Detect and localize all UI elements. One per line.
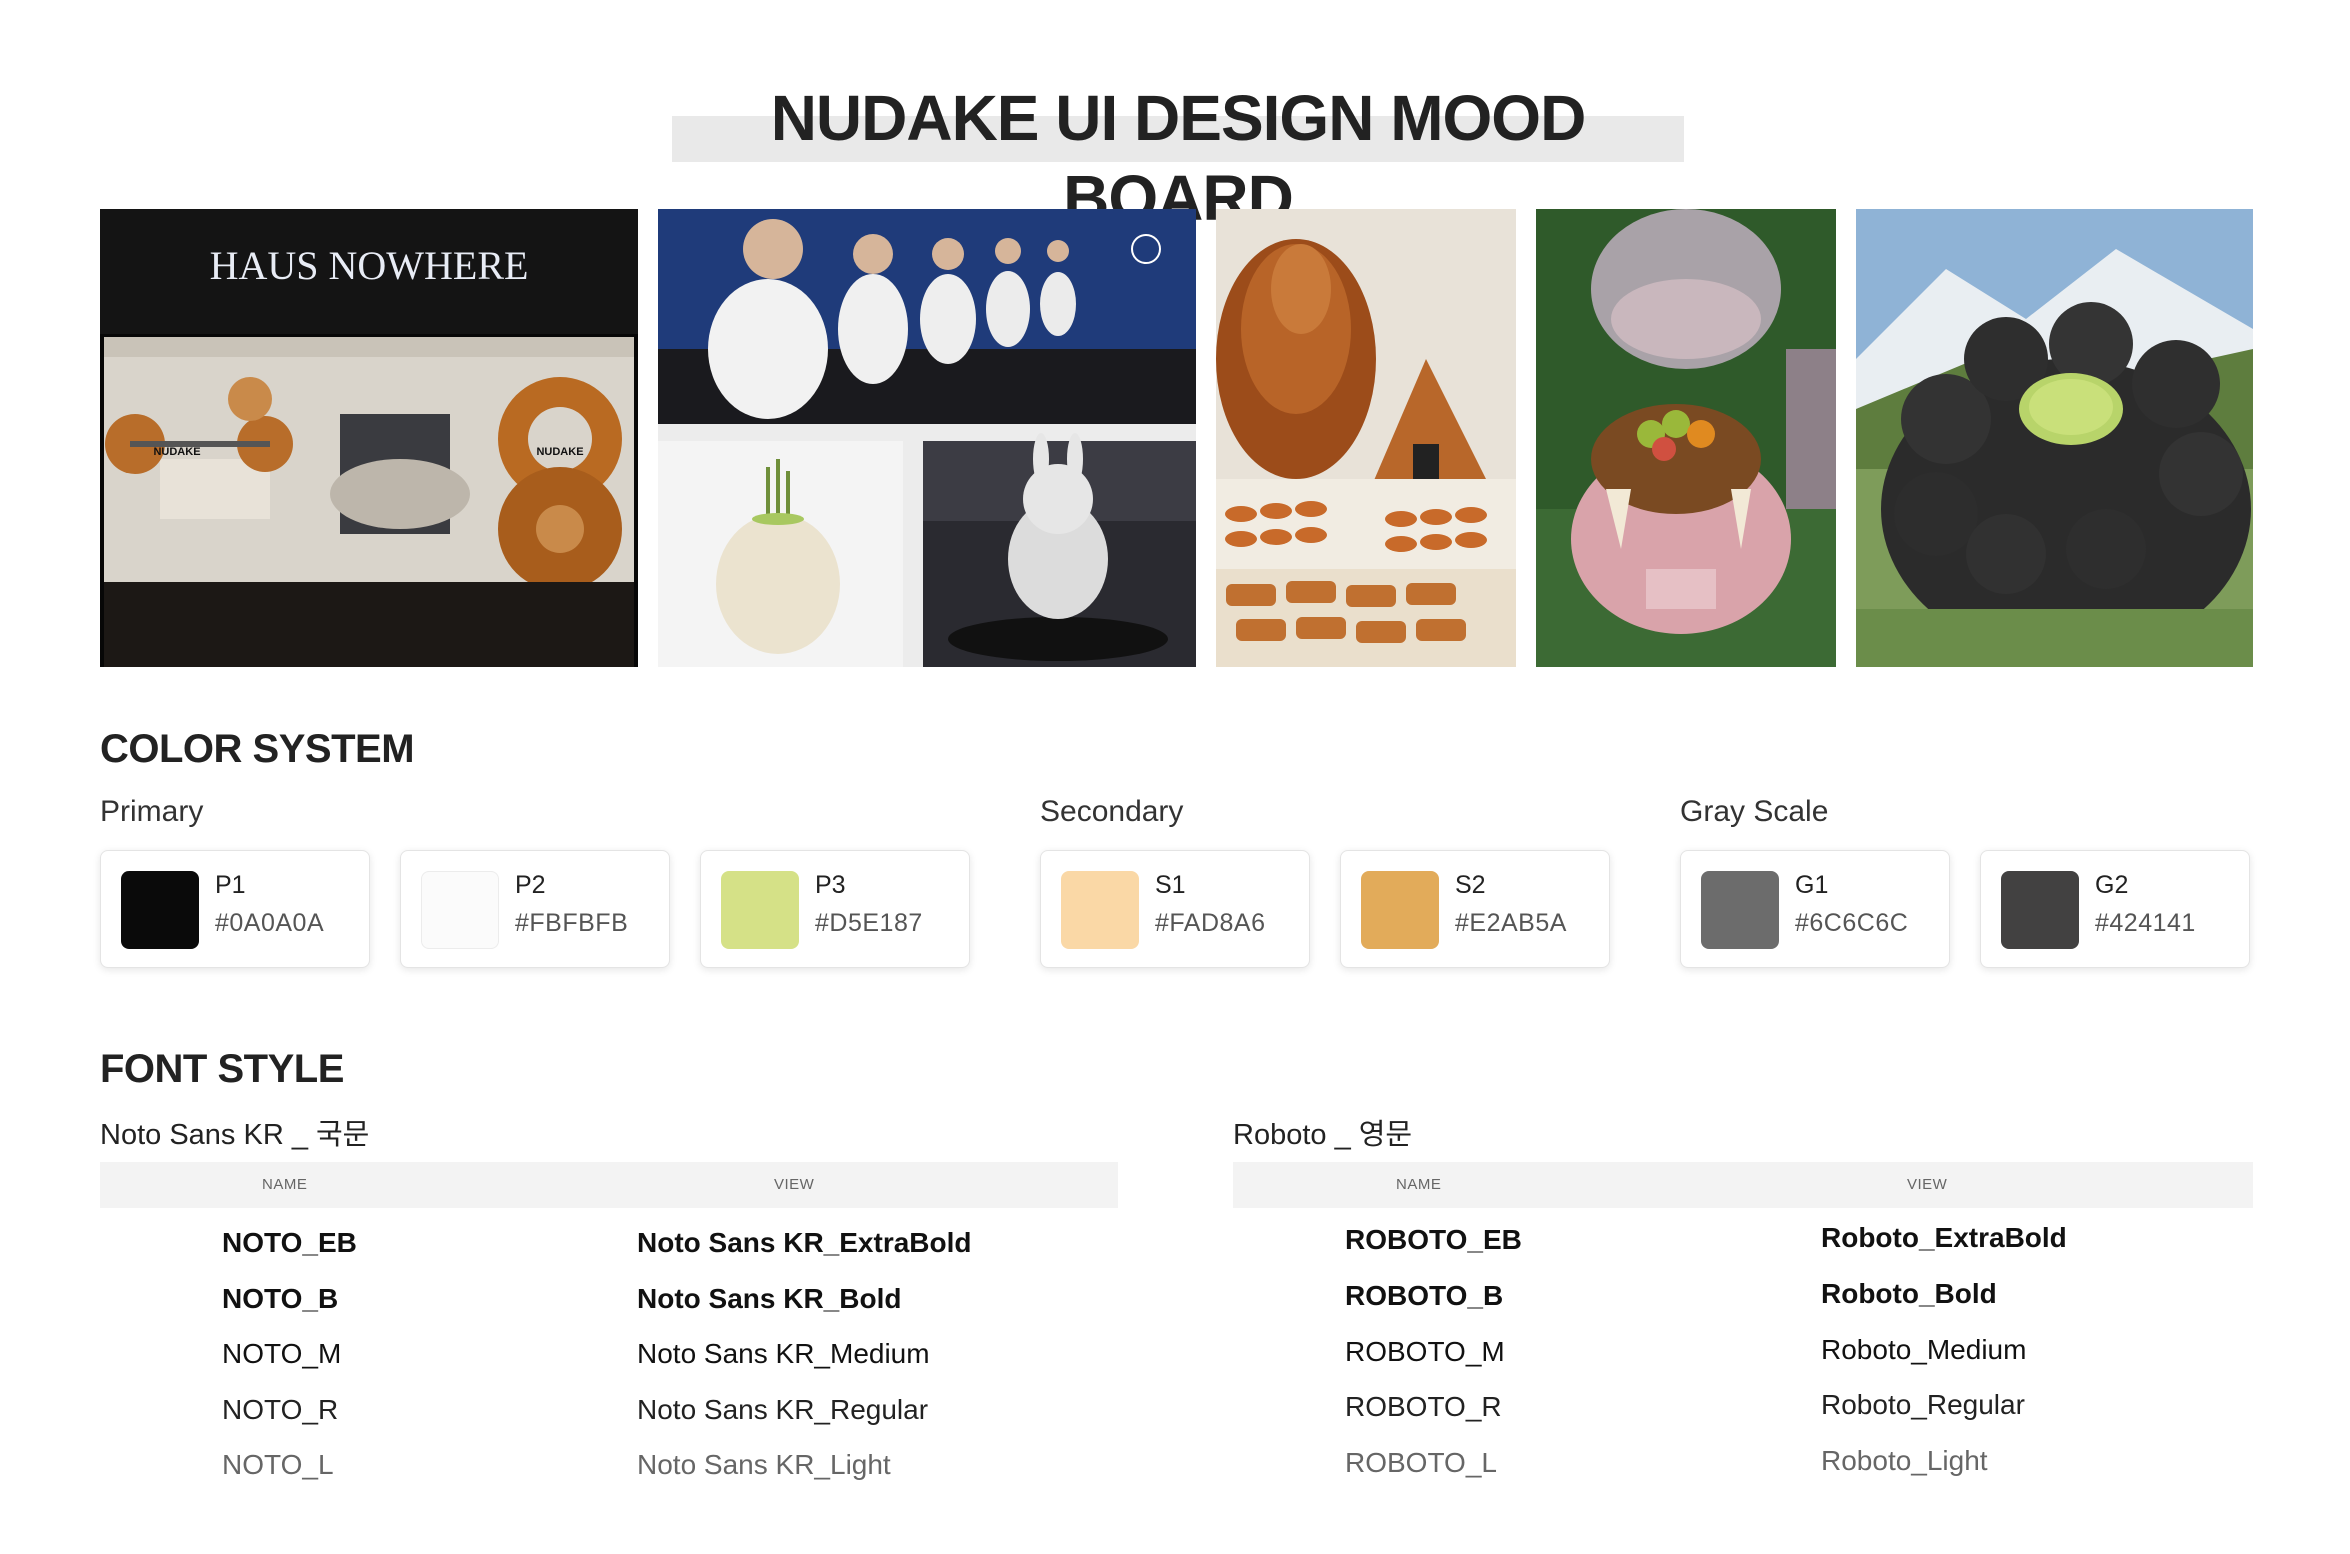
noto-row-view: Noto Sans KR_Medium xyxy=(637,1338,930,1369)
noto-row-name: NOTO_M xyxy=(222,1338,342,1369)
noto-row-view: Noto Sans KR_Regular xyxy=(637,1394,929,1425)
color-card-p3: P3 #D5E187 xyxy=(700,850,970,968)
mood-image-hippo xyxy=(1536,209,1836,667)
noto-row-name: NOTO_L xyxy=(222,1449,334,1480)
color-card-g1: G1 #6C6C6C xyxy=(1680,850,1950,968)
color-swatch xyxy=(721,871,799,949)
col-view-header: VIEW xyxy=(774,1176,815,1193)
col-name-header: NAME xyxy=(1396,1176,1442,1193)
color-code: P1 xyxy=(215,871,246,899)
color-code: S2 xyxy=(1455,871,1486,899)
mood-image-pastries xyxy=(1216,209,1516,667)
color-swatch xyxy=(1701,871,1779,949)
roboto-row-view: Roboto_Bold xyxy=(1821,1278,1997,1309)
noto-table-header: NAME VIEW xyxy=(100,1162,1118,1208)
noto-row-view: Noto Sans KR_ExtraBold xyxy=(637,1227,972,1258)
storefront-label-right: NUDAKE xyxy=(536,446,583,458)
roboto-row-name: ROBOTO_M xyxy=(1345,1336,1505,1367)
noto-row-view: Noto Sans KR_Bold xyxy=(637,1283,902,1314)
color-hex: #E2AB5A xyxy=(1455,909,1567,937)
primary-label: Primary xyxy=(100,795,204,828)
roboto-row-name: ROBOTO_EB xyxy=(1345,1224,1522,1255)
roboto-row-name: ROBOTO_L xyxy=(1345,1447,1497,1478)
noto-row-view: Noto Sans KR_Light xyxy=(637,1449,891,1480)
noto-row-name: NOTO_EB xyxy=(222,1227,357,1258)
mood-image-black-croissant xyxy=(1856,209,2253,667)
color-hex: #0A0A0A xyxy=(215,909,325,937)
color-card-p1: P1 #0A0A0A xyxy=(100,850,370,968)
noto-row-name: NOTO_R xyxy=(222,1394,339,1425)
color-hex: #FAD8A6 xyxy=(1155,909,1266,937)
roboto-row-name: ROBOTO_B xyxy=(1345,1280,1504,1311)
color-card-s2: S2 #E2AB5A xyxy=(1340,850,1610,968)
color-card-s1: S1 #FAD8A6 xyxy=(1040,850,1310,968)
roboto-table-label: Roboto _ 영문 xyxy=(1233,1119,1413,1151)
color-code: G1 xyxy=(1795,871,1829,899)
storefront-label-left: NUDAKE xyxy=(153,446,200,458)
roboto-table-header: NAME VIEW xyxy=(1233,1162,2253,1208)
roboto-row-view: Roboto_ExtraBold xyxy=(1821,1222,2067,1253)
color-swatch xyxy=(1361,871,1439,949)
color-hex: #6C6C6C xyxy=(1795,909,1909,937)
color-swatch xyxy=(121,871,199,949)
color-card-p2: P2 #FBFBFB xyxy=(400,850,670,968)
col-view-header: VIEW xyxy=(1907,1176,1948,1193)
secondary-label: Secondary xyxy=(1040,795,1184,828)
title-block: NUDAKE UI DESIGN MOOD BOARD xyxy=(672,78,1684,234)
color-swatch xyxy=(2001,871,2079,949)
color-hex: #D5E187 xyxy=(815,909,923,937)
roboto-row-view: Roboto_Medium xyxy=(1821,1334,2027,1365)
color-system-heading: COLOR SYSTEM xyxy=(100,727,415,771)
color-code: G2 xyxy=(2095,871,2129,899)
col-name-header: NAME xyxy=(262,1176,308,1193)
mood-image-storefront: HAUS NOWHERE NUDAKE NUDAKE xyxy=(100,209,638,667)
color-code: S1 xyxy=(1155,871,1186,899)
storefront-sign: HAUS NOWHERE xyxy=(210,243,529,288)
color-hex: #FBFBFB xyxy=(515,909,629,937)
color-code: P2 xyxy=(515,871,546,899)
color-card-g2: G2 #424141 xyxy=(1980,850,2250,968)
color-swatch xyxy=(1061,871,1139,949)
color-swatch xyxy=(421,871,499,949)
grayscale-label: Gray Scale xyxy=(1680,795,1829,828)
noto-row-name: NOTO_B xyxy=(222,1283,339,1314)
noto-table-label: Noto Sans KR _ 국문 xyxy=(100,1119,370,1151)
roboto-row-view: Roboto_Light xyxy=(1821,1445,1988,1476)
font-style-heading: FONT STYLE xyxy=(100,1047,344,1091)
mood-image-robots-collage xyxy=(658,209,1196,667)
color-hex: #424141 xyxy=(2095,909,2196,937)
color-code: P3 xyxy=(815,871,846,899)
roboto-row-view: Roboto_Regular xyxy=(1821,1389,2025,1420)
roboto-row-name: ROBOTO_R xyxy=(1345,1391,1502,1422)
